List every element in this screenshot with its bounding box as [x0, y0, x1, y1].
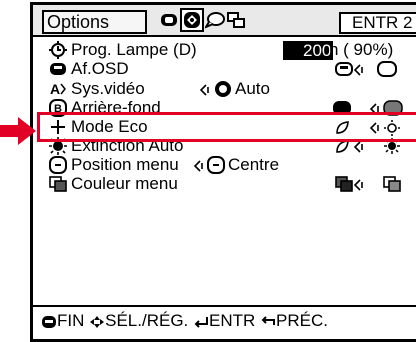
arrow-left-right-icon	[199, 84, 209, 96]
speech-bubble-icon[interactable]	[205, 9, 225, 31]
four-way-arrow-icon	[90, 315, 105, 328]
osd-icon	[50, 63, 66, 75]
header-divider	[33, 35, 416, 37]
tab-options-label: Options	[47, 12, 110, 32]
menu-row-label: Couleur menu	[71, 174, 178, 193]
menu-button-icon	[42, 315, 56, 328]
footer-back-label: PRÉC.	[276, 311, 328, 330]
menu-row-label: Af.OSD	[71, 59, 129, 78]
menu-position-value: Centre	[228, 155, 280, 174]
entr-indicator: ENTR 2	[339, 12, 416, 34]
enter-icon	[194, 316, 208, 328]
display-icon[interactable]	[159, 9, 179, 31]
footer-end-label: FIN	[57, 311, 85, 330]
footer-enter-label: ENTR	[209, 311, 256, 330]
auto-icon	[215, 81, 231, 97]
menu-color-dark-icon	[335, 176, 353, 192]
arrow-left-right-icon	[193, 160, 203, 172]
svg-text:A: A	[50, 81, 60, 97]
selected-row-highlight	[37, 112, 416, 142]
menu-position-icon	[49, 156, 67, 174]
lamp-percent-value: h ( 90%)	[329, 40, 394, 59]
return-icon	[261, 315, 276, 325]
arrow-left-right-icon	[353, 64, 363, 76]
entr-label: ENTR 2	[352, 13, 413, 32]
options-menu-window: Options ENTR 2 Prog. Lampe (D) 200 h ( 9…	[30, 2, 416, 342]
menu-color-light-icon	[383, 176, 401, 192]
lamp-timer-icon	[49, 41, 67, 59]
menu-tab-icons	[159, 8, 246, 32]
footer-divider	[33, 305, 416, 307]
arrow-left-right-icon	[353, 179, 363, 191]
osd-off-icon	[377, 61, 397, 77]
footer-help: FIN SÉL./RÉG. ENTR PRÉC.	[41, 310, 328, 332]
footer-select-label: SÉL./RÉG.	[105, 311, 189, 330]
arrow-left-right-icon	[353, 141, 363, 153]
lamp-hours-value: 200	[283, 41, 334, 60]
menu-color-icon	[49, 176, 67, 192]
tab-options[interactable]: Options	[42, 10, 147, 34]
center-position-icon	[207, 156, 225, 174]
video-system-icon: A	[50, 81, 66, 97]
osd-on-icon	[335, 62, 353, 76]
options-icon[interactable]	[180, 8, 204, 32]
selection-arrow-icon	[0, 117, 36, 145]
network-icon[interactable]	[226, 9, 246, 31]
video-system-value: Auto	[235, 79, 270, 98]
